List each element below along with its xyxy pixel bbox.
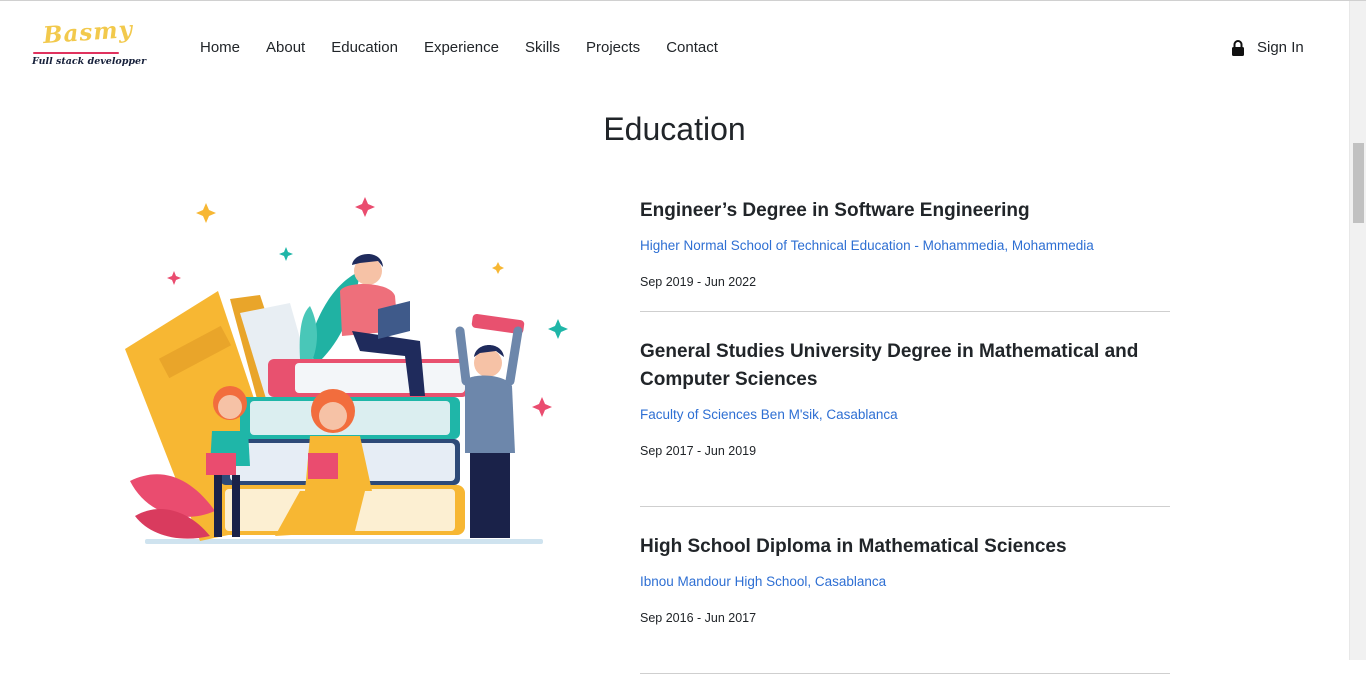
page-title: Education bbox=[603, 111, 746, 147]
education-list: Engineer’s Degree in Software Engineerin… bbox=[640, 197, 1170, 674]
scrollbar-thumb[interactable] bbox=[1353, 143, 1364, 223]
education-item: Engineer’s Degree in Software Engineerin… bbox=[640, 197, 1170, 312]
main-nav: Home About Education Experience Skills P… bbox=[200, 38, 744, 58]
page-scrollbar[interactable] bbox=[1349, 1, 1366, 660]
nav-item-home[interactable]: Home bbox=[200, 38, 240, 58]
degree-dates: Sep 2016 - Jun 2017 bbox=[640, 611, 757, 625]
school-link[interactable]: Ibnou Mandour High School, Casablanca bbox=[640, 573, 1170, 591]
logo-name: Basmy bbox=[42, 15, 134, 50]
school-link[interactable]: Faculty of Sciences Ben M'sik, Casablanc… bbox=[640, 406, 1170, 424]
degree-title: Engineer’s Degree in Software Engineerin… bbox=[640, 200, 1030, 221]
nav-item-experience[interactable]: Experience bbox=[424, 38, 499, 58]
education-item: High School Diploma in Mathematical Scie… bbox=[640, 533, 1170, 674]
lock-icon bbox=[1232, 40, 1244, 56]
sign-in-label: Sign In bbox=[1257, 39, 1304, 56]
nav-item-about[interactable]: About bbox=[266, 38, 305, 58]
nav-item-contact[interactable]: Contact bbox=[666, 38, 718, 58]
education-illustration bbox=[125, 197, 568, 544]
nav-item-projects[interactable]: Projects bbox=[586, 38, 640, 58]
logo[interactable]: Basmy Full stack developper bbox=[30, 16, 146, 73]
nav-item-skills[interactable]: Skills bbox=[525, 38, 560, 58]
degree-dates: Sep 2017 - Jun 2019 bbox=[640, 444, 757, 458]
degree-dates: Sep 2019 - Jun 2022 bbox=[640, 275, 757, 289]
logo-underline bbox=[33, 52, 119, 54]
logo-tagline: Full stack developper bbox=[32, 56, 147, 67]
degree-title: General Studies University Degree in Mat… bbox=[640, 341, 1139, 390]
degree-title: High School Diploma in Mathematical Scie… bbox=[640, 536, 1067, 557]
sign-in-button[interactable]: Sign In bbox=[1231, 38, 1304, 58]
nav-item-education[interactable]: Education bbox=[331, 38, 398, 58]
education-item: General Studies University Degree in Mat… bbox=[640, 338, 1170, 507]
school-link[interactable]: Higher Normal School of Technical Educat… bbox=[640, 237, 1170, 255]
